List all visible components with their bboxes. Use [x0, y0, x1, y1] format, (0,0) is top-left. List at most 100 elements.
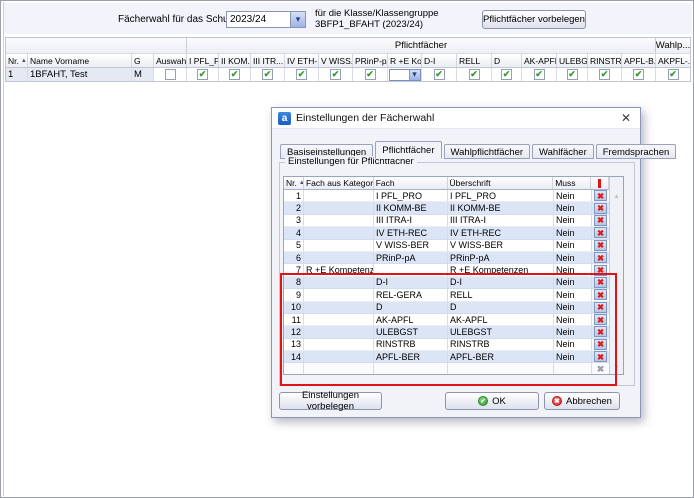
check-icon: ✔: [635, 70, 643, 79]
table-row[interactable]: 5V WISS-BERV WISS-BERNein✖: [284, 240, 623, 252]
main-column-header[interactable]: III ITR...: [251, 54, 285, 67]
dialog-titlebar[interactable]: a Einstellungen der Fächerwahl ✕: [272, 108, 640, 129]
vertical-scrollbar[interactable]: ▲ ▼: [609, 177, 623, 374]
main-column-header[interactable]: Nr.▲: [6, 54, 28, 67]
cell-fach-aus-kategorie: [304, 289, 374, 300]
table-row[interactable]: 9REL-GERARELLNein✖: [284, 289, 623, 301]
dialog-column-header[interactable]: Fach: [374, 177, 448, 189]
main-column-header[interactable]: AK-APFL: [522, 54, 557, 67]
table-row[interactable]: 1I PFL_PROI PFL_PRONein✖: [284, 190, 623, 202]
delete-x-icon: ✖: [597, 291, 604, 299]
ok-button[interactable]: ✔ OK: [445, 392, 539, 410]
cell-ueberschrift: II KOMM-BE: [448, 202, 554, 213]
table-row[interactable]: 14APFL-BERAPFL-BERNein✖: [284, 351, 623, 363]
main-column-header[interactable]: G: [132, 54, 154, 67]
subject-combobox[interactable]: ▾: [389, 69, 421, 81]
delete-row-button[interactable]: ✖: [594, 227, 607, 238]
delete-row-button[interactable]: ✖: [594, 252, 607, 263]
chevron-down-icon: ▾: [296, 15, 301, 24]
delete-row-button[interactable]: ✖: [594, 277, 607, 288]
table-row[interactable]: 6PRinP-pAPRinP-pANein✖: [284, 252, 623, 264]
delete-row-button[interactable]: ✖: [594, 215, 607, 226]
abbrechen-button[interactable]: ✖ Abbrechen: [544, 392, 620, 410]
school-year-dropdown-button[interactable]: ▾: [290, 12, 305, 27]
checkbox-checked[interactable]: ✔: [599, 69, 610, 80]
checkbox-checked[interactable]: ✔: [501, 69, 512, 80]
delete-row-button[interactable]: ✖: [594, 351, 607, 362]
table-row[interactable]: 12ULEBGSTULEBGSTNein✖: [284, 326, 623, 338]
main-column-header[interactable]: R +E Ko...: [388, 54, 422, 67]
table-row[interactable]: 7R +E KompetenzenR +E KompetenzenNein✖: [284, 264, 623, 276]
main-column-header[interactable]: Name Vorname: [28, 54, 132, 67]
delete-row-button[interactable]: ✖: [594, 314, 607, 325]
checkbox-checked[interactable]: ✔: [668, 69, 679, 80]
group-header-wahlpflicht: Wahlp...: [656, 38, 690, 53]
dialog-column-header[interactable]: Muss: [553, 177, 591, 189]
combobox-dropdown-button[interactable]: ▾: [409, 70, 420, 80]
table-row[interactable]: 2II KOMM-BEII KOMM-BENein✖: [284, 202, 623, 214]
delete-row-button[interactable]: ✖: [594, 265, 607, 276]
delete-row-button[interactable]: ✖: [594, 203, 607, 214]
main-column-header[interactable]: V WISS...: [319, 54, 353, 67]
check-icon: ✔: [332, 70, 340, 79]
table-row[interactable]: 13RINSTRBRINSTRBNein✖: [284, 339, 623, 351]
main-column-header[interactable]: D: [492, 54, 522, 67]
empty-row[interactable]: ✖: [284, 363, 623, 375]
main-column-header[interactable]: IV ETH-...: [285, 54, 319, 67]
table-row[interactable]: 11AK-APFLAK-APFLNein✖: [284, 314, 623, 326]
checkbox-checked[interactable]: ✔: [633, 69, 644, 80]
dialog-column-header[interactable]: Nr.▲: [284, 177, 304, 189]
dialog-column-header[interactable]: Fach aus Kategorie: [304, 177, 374, 189]
main-column-header[interactable]: AKPFL-...: [656, 54, 690, 67]
main-column-header[interactable]: D-I: [422, 54, 457, 67]
main-column-header[interactable]: RINSTRB: [588, 54, 622, 67]
scroll-up-icon[interactable]: ▲: [610, 191, 623, 202]
main-column-header[interactable]: Auswahl: [154, 54, 187, 67]
checkbox-checked[interactable]: ✔: [469, 69, 480, 80]
checkbox-checked[interactable]: ✔: [365, 69, 376, 80]
main-column-header[interactable]: I PFL_P...: [187, 54, 219, 67]
checkbox-checked[interactable]: ✔: [534, 69, 545, 80]
checkbox-checked[interactable]: ✔: [229, 69, 240, 80]
checkbox-checked[interactable]: ✔: [434, 69, 445, 80]
delete-row-button[interactable]: ✖: [594, 302, 607, 313]
delete-row-button[interactable]: ✖: [594, 339, 607, 350]
main-column-header[interactable]: PRinP-pA: [353, 54, 388, 67]
checkbox-checked[interactable]: ✔: [262, 69, 273, 80]
table-row[interactable]: 8D-ID-INein✖: [284, 277, 623, 289]
table-row[interactable]: 3III ITRA-IIII ITRA-INein✖: [284, 215, 623, 227]
close-icon[interactable]: ✕: [618, 111, 634, 125]
checkbox-checked[interactable]: ✔: [296, 69, 307, 80]
checkbox-checked[interactable]: ✔: [197, 69, 208, 80]
delete-row-button[interactable]: ✖: [594, 240, 607, 251]
cell-fach-aus-kategorie: [304, 202, 374, 213]
tab-wahlpflichtfächer[interactable]: Wahlpflichtfächer: [444, 144, 531, 159]
app-icon: a: [278, 112, 291, 125]
check-icon: ✔: [298, 70, 306, 79]
table-row[interactable]: 4IV ETH-RECIV ETH-RECNein✖: [284, 227, 623, 239]
scroll-down-icon[interactable]: ▼: [610, 362, 623, 373]
tab-wahlfächer[interactable]: Wahlfächer: [532, 144, 594, 159]
main-grid-row[interactable]: 11BFAHT, TestM✔✔✔✔✔✔▾✔✔✔✔✔✔✔✔: [6, 68, 690, 81]
checkbox-checked[interactable]: ✔: [567, 69, 578, 80]
einstellungen-vorbelegen-button[interactable]: Einstellungen vorbelegen: [279, 392, 382, 410]
main-column-header[interactable]: II KOM...: [219, 54, 251, 67]
column-label: Auswahl: [156, 56, 187, 66]
table-row[interactable]: 10DDNein✖: [284, 302, 623, 314]
school-year-select[interactable]: 2023/24 ▾: [226, 11, 306, 28]
delete-cell: ✖: [592, 240, 610, 251]
main-column-header[interactable]: RELL: [457, 54, 492, 67]
delete-row-button[interactable]: ✖: [594, 190, 607, 201]
delete-row-button[interactable]: ✖: [594, 289, 607, 300]
main-column-header[interactable]: APFL-B...: [622, 54, 656, 67]
main-column-header[interactable]: ULEBGST: [557, 54, 588, 67]
delete-row-button[interactable]: ✖: [594, 326, 607, 337]
cell-muss: Nein: [554, 314, 592, 325]
tab-pflichtfächer[interactable]: Pflichtfächer: [375, 141, 441, 159]
tab-fremdsprachen[interactable]: Fremdsprachen: [596, 144, 677, 159]
row-nr: 10: [284, 302, 304, 313]
pflichtfaecher-vorbelegen-button[interactable]: Pflichtfächer vorbelegen: [482, 10, 586, 29]
dialog-column-header[interactable]: Überschrift: [448, 177, 554, 189]
checkbox-unchecked[interactable]: [165, 69, 176, 80]
checkbox-checked[interactable]: ✔: [330, 69, 341, 80]
